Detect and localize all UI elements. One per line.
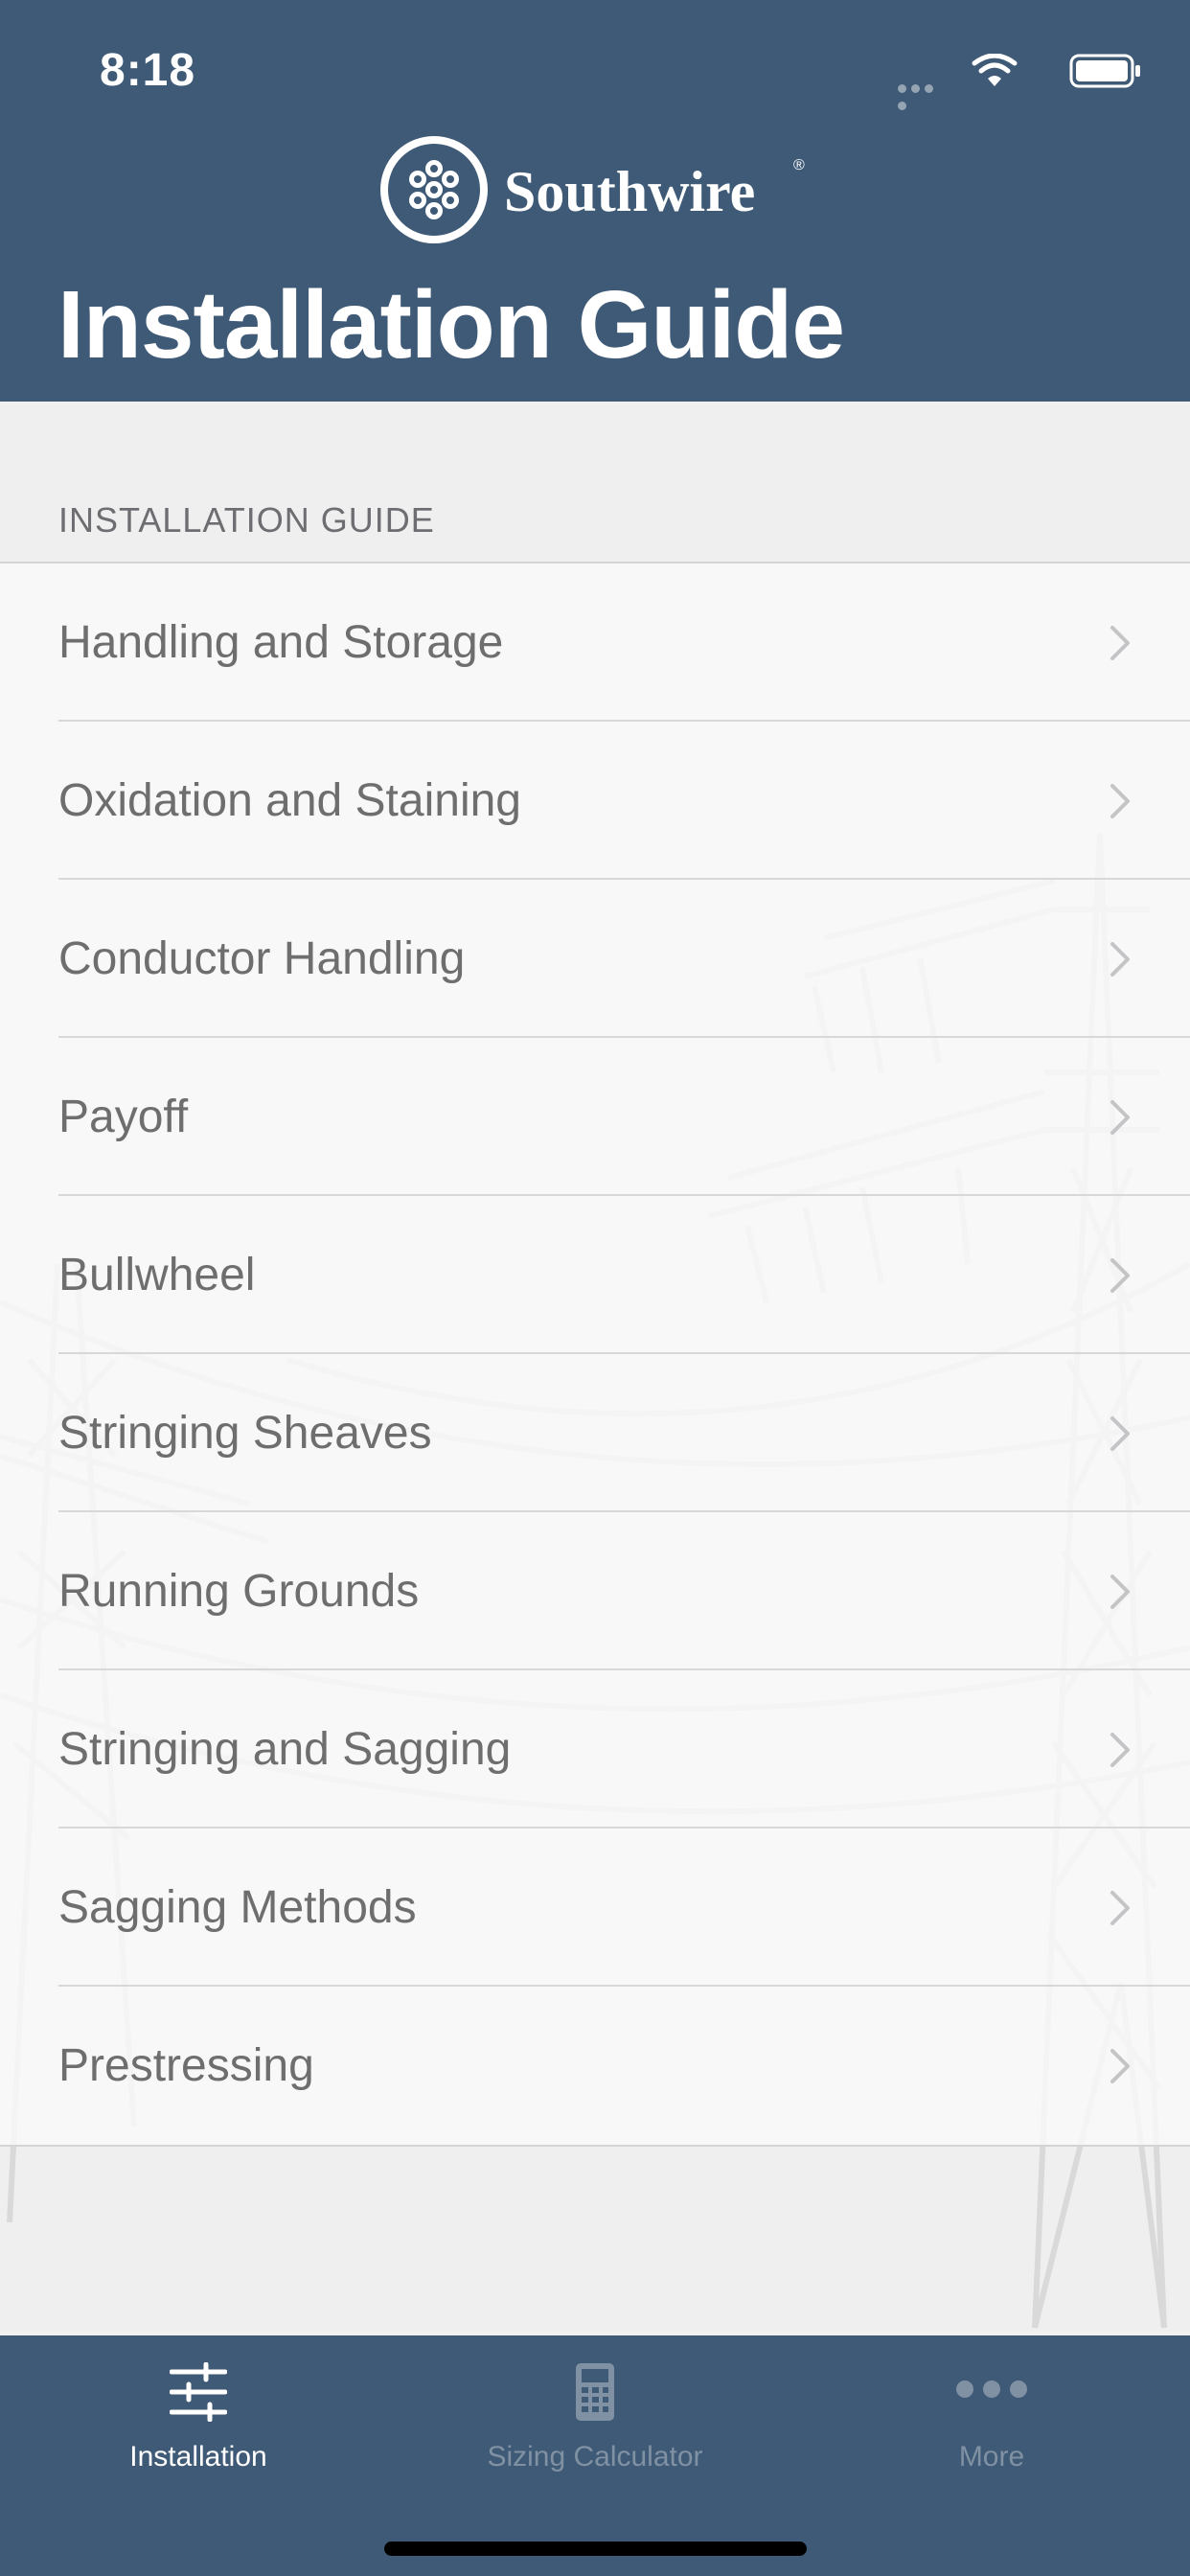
- content-area: INSTALLATION GUIDE Handling and Storage …: [0, 402, 1190, 2335]
- wifi-icon: [972, 54, 1018, 86]
- tab-label: Sizing Calculator: [487, 2441, 703, 2472]
- list-item-label: Bullwheel: [58, 1250, 256, 1300]
- list-item-stringing-and-sagging[interactable]: Stringing and Sagging: [0, 1670, 1190, 1828]
- list-item-label: Conductor Handling: [58, 933, 466, 984]
- home-indicator: [384, 2542, 807, 2556]
- chevron-right-icon: [1110, 1258, 1130, 1293]
- status-time: 8:18: [100, 45, 196, 96]
- list-item-label: Oxidation and Staining: [58, 775, 521, 826]
- tab-installation[interactable]: Installation: [0, 2335, 397, 2508]
- navigation-header: 8:18 Southwire ® Installation Guide: [0, 0, 1190, 402]
- chevron-right-icon: [1110, 1416, 1130, 1451]
- chevron-right-icon: [1110, 1575, 1130, 1609]
- list-item-label: Stringing Sheaves: [58, 1408, 432, 1459]
- status-indicators: [893, 48, 1142, 110]
- more-dots-icon: [956, 2380, 1027, 2398]
- list-item-stringing-sheaves[interactable]: Stringing Sheaves: [0, 1354, 1190, 1512]
- tab-more[interactable]: More: [793, 2335, 1190, 2508]
- registered-mark: ®: [793, 157, 805, 173]
- list-item-sagging-methods[interactable]: Sagging Methods: [0, 1828, 1190, 1987]
- list-item-bullwheel[interactable]: Bullwheel: [0, 1196, 1190, 1354]
- tab-sizing-calculator[interactable]: Sizing Calculator: [397, 2335, 793, 2508]
- chevron-right-icon: [1110, 2049, 1130, 2083]
- tab-label: More: [958, 2441, 1025, 2472]
- battery-icon: [1069, 54, 1140, 88]
- signal-icon: [893, 80, 941, 115]
- list-item-prestressing[interactable]: Prestressing: [0, 1987, 1190, 2145]
- chevron-right-icon: [1110, 784, 1130, 818]
- list-item-conductor-handling[interactable]: Conductor Handling: [0, 880, 1190, 1038]
- chevron-right-icon: [1110, 1733, 1130, 1767]
- list-item-label: Handling and Storage: [58, 617, 504, 668]
- installation-guide-list: Handling and Storage Oxidation and Stain…: [0, 562, 1190, 2147]
- list-item-running-grounds[interactable]: Running Grounds: [0, 1512, 1190, 1670]
- section-header: INSTALLATION GUIDE: [58, 500, 435, 540]
- chevron-right-icon: [1110, 942, 1130, 977]
- list-item-oxidation-and-staining[interactable]: Oxidation and Staining: [0, 722, 1190, 880]
- chevron-right-icon: [1110, 1891, 1130, 1925]
- list-item-label: Payoff: [58, 1092, 189, 1142]
- list-item-label: Stringing and Sagging: [58, 1724, 512, 1775]
- list-item-label: Sagging Methods: [58, 1882, 417, 1933]
- list-item-label: Prestressing: [58, 2040, 314, 2091]
- tab-label: Installation: [129, 2441, 267, 2472]
- chevron-right-icon: [1110, 626, 1130, 660]
- list-item-label: Running Grounds: [58, 1566, 420, 1617]
- calculator-icon: [576, 2363, 614, 2421]
- page-title: Installation Guide: [57, 271, 845, 379]
- chevron-right-icon: [1110, 1100, 1130, 1135]
- list-item-payoff[interactable]: Payoff: [0, 1038, 1190, 1196]
- southwire-logo-icon: [380, 136, 488, 243]
- list-item-handling-and-storage[interactable]: Handling and Storage: [0, 564, 1190, 722]
- sliders-icon: [170, 2362, 227, 2422]
- brand-name: Southwire: [504, 160, 756, 223]
- tab-bar: Installation Sizing Calculator More: [0, 2335, 1190, 2576]
